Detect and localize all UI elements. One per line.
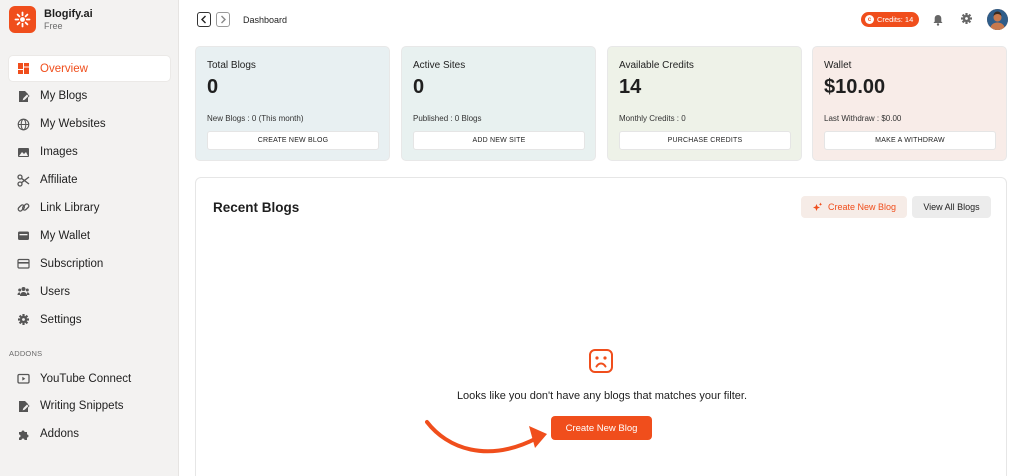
edit-doc-icon (17, 90, 30, 103)
sidebar-nav: Overview My Blogs My Websites Images Aff… (9, 56, 170, 335)
sparkle-icon (812, 202, 823, 211)
arrow-icon (425, 418, 550, 473)
purchase-credits-button[interactable]: PURCHASE CREDITS (619, 131, 791, 150)
card-icon (17, 257, 30, 270)
sidebar-item-my-blogs[interactable]: My Blogs (9, 84, 170, 109)
sidebar-item-label: Images (40, 146, 78, 159)
credits-label: Credits: 14 (877, 15, 914, 24)
sidebar-item-affiliate[interactable]: Affiliate (9, 168, 170, 193)
active-sites-card: Active Sites 0 Published : 0 Blogs ADD N… (401, 46, 596, 161)
add-new-site-button[interactable]: ADD NEW SITE (413, 131, 585, 150)
topbar: Dashboard c Credits: 14 (179, 0, 1024, 40)
brand[interactable]: Blogify.ai Free (9, 6, 93, 33)
sidebar-item-label: Link Library (40, 201, 100, 214)
panel-title: Recent Blogs (213, 200, 300, 215)
sidebar-item-youtube-connect[interactable]: YouTube Connect (9, 366, 170, 391)
back-button[interactable] (197, 12, 211, 27)
sidebar-item-label: My Wallet (40, 229, 91, 242)
globe-icon (17, 118, 30, 131)
available-credits-card: Available Credits 14 Monthly Credits : 0… (607, 46, 802, 161)
sidebar-item-label: YouTube Connect (40, 372, 132, 385)
scissors-icon (17, 173, 30, 187)
sidebar-item-settings[interactable]: Settings (9, 307, 170, 332)
puzzle-icon (17, 428, 30, 441)
empty-state-text: Looks like you don't have any blogs that… (456, 390, 748, 402)
sidebar-item-label: My Websites (40, 118, 106, 131)
image-icon (17, 146, 30, 159)
sidebar-item-addons[interactable]: Addons (9, 422, 170, 447)
blogify-logo-icon (9, 6, 36, 33)
sidebar-item-link-library[interactable]: Link Library (9, 195, 170, 220)
chevron-right-icon (221, 15, 226, 24)
coin-icon: c (865, 15, 874, 24)
brand-name: Blogify.ai (44, 7, 93, 20)
sidebar-item-overview[interactable]: Overview (9, 56, 170, 81)
card-title: Available Credits (619, 60, 694, 71)
addons-section-label: ADDONS (9, 349, 43, 358)
wallet-card: Wallet $10.00 Last Withdraw : $0.00 MAKE… (812, 46, 1007, 161)
card-subtext: Last Withdraw : $0.00 (824, 114, 902, 123)
chevron-left-icon (201, 15, 206, 24)
addons-nav: YouTube Connect Writing Snippets Addons (9, 366, 170, 450)
gear-icon (17, 313, 30, 326)
sidebar-item-my-wallet[interactable]: My Wallet (9, 223, 170, 248)
sidebar-item-subscription[interactable]: Subscription (9, 251, 170, 276)
view-all-blogs-button[interactable]: View All Blogs (912, 196, 991, 218)
sidebar-item-label: Overview (40, 62, 88, 75)
wallet-icon (17, 229, 30, 242)
forward-button[interactable] (216, 12, 230, 27)
sad-face-icon (588, 348, 614, 379)
card-subtext: Published : 0 Blogs (413, 114, 482, 123)
sidebar-item-label: My Blogs (40, 90, 88, 103)
create-new-blog-button[interactable]: Create New Blog (801, 196, 907, 218)
sidebar-item-images[interactable]: Images (9, 140, 170, 165)
empty-state-create-blog-button[interactable]: Create New Blog (551, 416, 652, 440)
breadcrumb: Dashboard (243, 15, 288, 25)
recent-blogs-panel: Recent Blogs Create New Blog View All Bl… (195, 177, 1007, 476)
card-value: 0 (413, 76, 425, 98)
sidebar-item-my-websites[interactable]: My Websites (9, 112, 170, 137)
credits-badge[interactable]: c Credits: 14 (861, 12, 920, 27)
sidebar-item-users[interactable]: Users (9, 279, 170, 304)
youtube-icon (17, 372, 30, 385)
card-title: Active Sites (413, 60, 466, 71)
total-blogs-card: Total Blogs 0 New Blogs : 0 (This month)… (195, 46, 390, 161)
settings-gear-icon[interactable] (960, 12, 973, 30)
grid-icon (17, 62, 30, 75)
sidebar-item-label: Writing Snippets (40, 400, 124, 413)
card-title: Wallet (824, 60, 852, 71)
bell-icon[interactable] (933, 13, 943, 31)
button-label: Create New Blog (827, 202, 897, 212)
sidebar-item-label: Affiliate (40, 174, 78, 187)
card-value: $10.00 (824, 76, 886, 98)
edit-doc-icon (17, 400, 30, 413)
create-new-blog-button[interactable]: CREATE NEW BLOG (207, 131, 379, 150)
card-value: 0 (207, 76, 219, 98)
plan-label: Free (44, 20, 63, 31)
avatar[interactable] (987, 9, 1008, 30)
make-a-withdraw-button[interactable]: MAKE A WITHDRAW (824, 131, 996, 150)
sidebar-item-label: Addons (40, 428, 80, 441)
users-icon (17, 285, 30, 298)
card-subtext: New Blogs : 0 (This month) (207, 114, 304, 123)
card-title: Total Blogs (207, 60, 256, 71)
sidebar: Blogify.ai Free Overview My Blogs My Web… (0, 0, 179, 476)
card-value: 14 (619, 76, 642, 98)
card-subtext: Monthly Credits : 0 (619, 114, 686, 123)
sidebar-item-writing-snippets[interactable]: Writing Snippets (9, 394, 170, 419)
sidebar-item-label: Users (40, 285, 71, 298)
link-icon (17, 201, 30, 214)
sidebar-item-label: Settings (40, 313, 82, 326)
sidebar-item-label: Subscription (40, 257, 104, 270)
